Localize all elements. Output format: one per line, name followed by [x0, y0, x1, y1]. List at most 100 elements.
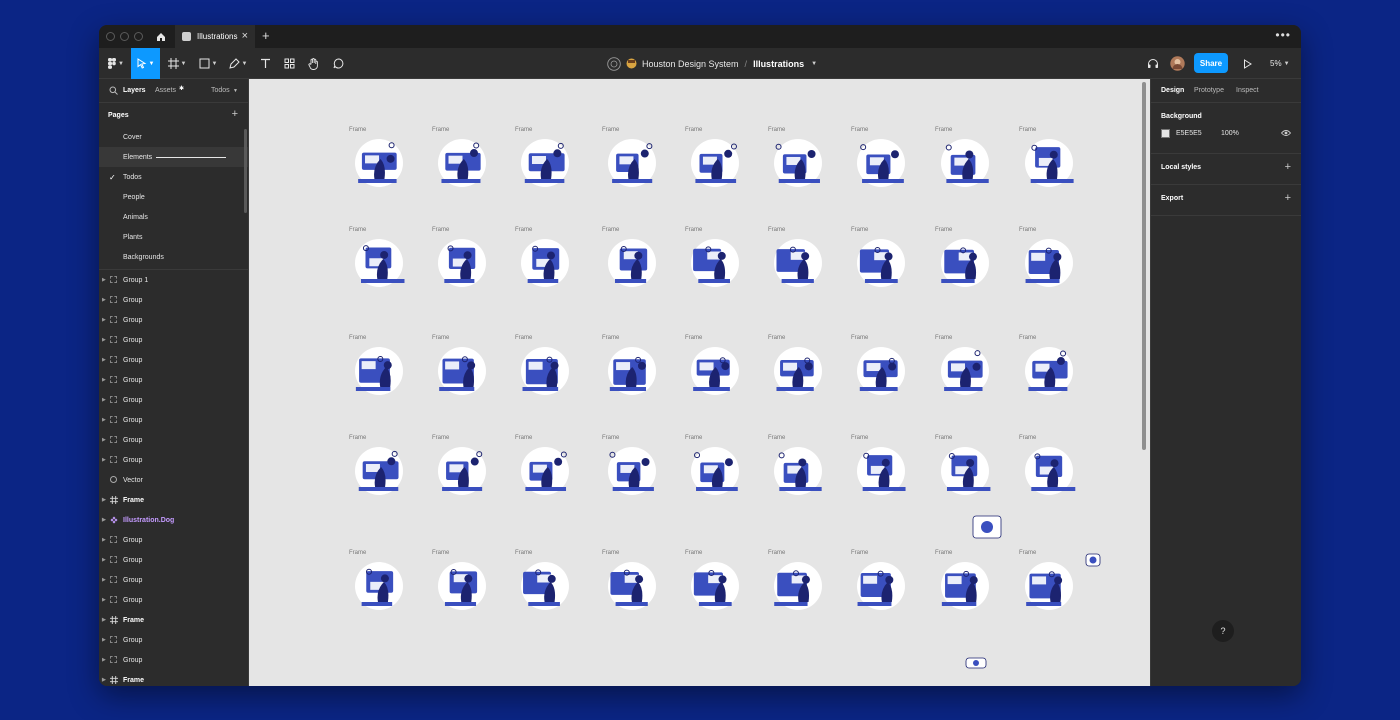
illustration-frame[interactable]: Frame: [515, 227, 577, 291]
loose-element[interactable]: [972, 515, 1002, 539]
close-window-button[interactable]: [106, 32, 115, 41]
layer-row[interactable]: ▶ Group: [99, 410, 248, 430]
layer-row[interactable]: ▶ Group: [99, 310, 248, 330]
illustration-frame[interactable]: Frame: [515, 127, 577, 191]
comment-tool-button[interactable]: [329, 48, 347, 79]
frame-label[interactable]: Frame: [768, 227, 785, 233]
layer-row[interactable]: ▶ Group: [99, 450, 248, 470]
frame-label[interactable]: Frame: [935, 227, 952, 233]
expand-arrow-icon[interactable]: ▶: [102, 397, 106, 403]
layer-row[interactable]: ▶ Group: [99, 350, 248, 370]
expand-arrow-icon[interactable]: ▶: [102, 277, 106, 283]
frame-label[interactable]: Frame: [432, 127, 449, 133]
text-tool-button[interactable]: [256, 48, 274, 79]
expand-arrow-icon[interactable]: ▶: [102, 517, 106, 523]
frame-label[interactable]: Frame: [515, 335, 532, 341]
page-item[interactable]: Animals: [99, 207, 248, 227]
layer-row[interactable]: ▶ Group 1: [99, 270, 248, 290]
frame-label[interactable]: Frame: [1019, 227, 1036, 233]
close-tab-icon[interactable]: ×: [242, 30, 248, 42]
expand-arrow-icon[interactable]: ▶: [102, 557, 106, 563]
home-button[interactable]: [151, 25, 171, 48]
maximize-window-button[interactable]: [134, 32, 143, 41]
frame-label[interactable]: Frame: [1019, 550, 1036, 556]
frame-label[interactable]: Frame: [432, 335, 449, 341]
illustration-frame[interactable]: Frame: [432, 127, 494, 191]
frame-label[interactable]: Frame: [349, 335, 366, 341]
frame-label[interactable]: Frame: [768, 127, 785, 133]
present-button[interactable]: [1239, 48, 1255, 79]
illustration-frame[interactable]: Frame: [515, 435, 577, 499]
layer-row[interactable]: ▶ Group: [99, 570, 248, 590]
frame-label[interactable]: Frame: [935, 335, 952, 341]
resources-tool-button[interactable]: [280, 48, 298, 79]
frame-label[interactable]: Frame: [349, 227, 366, 233]
main-menu-button[interactable]: ▼: [105, 48, 127, 79]
illustration-frame[interactable]: Frame: [851, 127, 913, 191]
illustration-frame[interactable]: Frame: [432, 435, 494, 499]
background-hex-input[interactable]: E5E5E5: [1176, 130, 1202, 137]
illustration-frame[interactable]: Frame: [1019, 227, 1081, 291]
illustration-frame[interactable]: Frame: [935, 227, 997, 291]
loose-element[interactable]: [965, 657, 987, 669]
expand-arrow-icon[interactable]: ▶: [102, 317, 106, 323]
frame-label[interactable]: Frame: [602, 127, 619, 133]
new-tab-button[interactable]: +: [262, 28, 270, 43]
frame-label[interactable]: Frame: [685, 127, 702, 133]
illustration-frame[interactable]: Frame: [851, 435, 913, 499]
illustration-frame[interactable]: Frame: [685, 550, 747, 614]
frame-label[interactable]: Frame: [432, 435, 449, 441]
frame-label[interactable]: Frame: [851, 435, 868, 441]
frame-label[interactable]: Frame: [851, 335, 868, 341]
eye-icon[interactable]: [1281, 129, 1291, 137]
add-style-icon[interactable]: +: [1285, 161, 1291, 173]
illustration-frame[interactable]: Frame: [685, 335, 747, 399]
frame-label[interactable]: Frame: [349, 127, 366, 133]
frame-label[interactable]: Frame: [602, 335, 619, 341]
frame-label[interactable]: Frame: [768, 435, 785, 441]
frame-label[interactable]: Frame: [515, 550, 532, 556]
page-item[interactable]: ✓ Todos: [99, 167, 248, 187]
layer-row[interactable]: ▶ Group: [99, 390, 248, 410]
frame-label[interactable]: Frame: [515, 127, 532, 133]
illustration-frame[interactable]: Frame: [1019, 435, 1081, 499]
illustration-frame[interactable]: Frame: [349, 550, 411, 614]
illustration-frame[interactable]: Frame: [851, 335, 913, 399]
illustration-frame[interactable]: Frame: [768, 227, 830, 291]
tab-design[interactable]: Design: [1161, 87, 1184, 94]
frame-label[interactable]: Frame: [685, 227, 702, 233]
page-select-chevron-icon[interactable]: ▼: [233, 88, 238, 94]
page-item[interactable]: People: [99, 187, 248, 207]
layer-row[interactable]: ▶ Frame: [99, 490, 248, 510]
background-color-swatch[interactable]: [1161, 129, 1170, 138]
expand-arrow-icon[interactable]: ▶: [102, 597, 106, 603]
layer-row[interactable]: ▶ Illustration.Dog: [99, 510, 248, 530]
expand-arrow-icon[interactable]: ▶: [102, 357, 106, 363]
frame-label[interactable]: Frame: [935, 435, 952, 441]
illustration-frame[interactable]: Frame: [685, 127, 747, 191]
illustration-frame[interactable]: Frame: [768, 335, 830, 399]
expand-arrow-icon[interactable]: ▶: [102, 337, 106, 343]
frame-label[interactable]: Frame: [851, 127, 868, 133]
expand-arrow-icon[interactable]: ▶: [102, 577, 106, 583]
expand-arrow-icon[interactable]: ▶: [102, 657, 106, 663]
expand-arrow-icon[interactable]: ▶: [102, 437, 106, 443]
page-item[interactable]: Elements: [99, 147, 248, 167]
expand-arrow-icon[interactable]: ▶: [102, 417, 106, 423]
illustration-frame[interactable]: Frame: [602, 127, 664, 191]
shape-tool-button[interactable]: ▼: [196, 48, 220, 79]
illustration-frame[interactable]: Frame: [602, 227, 664, 291]
illustration-frame[interactable]: Frame: [349, 335, 411, 399]
expand-arrow-icon[interactable]: ▶: [102, 377, 106, 383]
illustration-frame[interactable]: Frame: [432, 227, 494, 291]
page-item[interactable]: Plants: [99, 227, 248, 247]
frame-tool-button[interactable]: ▼: [165, 48, 189, 79]
team-name[interactable]: Houston Design System: [642, 59, 739, 69]
expand-arrow-icon[interactable]: ▶: [102, 637, 106, 643]
layer-row[interactable]: ▶ Frame: [99, 670, 248, 686]
frame-label[interactable]: Frame: [851, 227, 868, 233]
illustration-frame[interactable]: Frame: [935, 335, 997, 399]
frame-label[interactable]: Frame: [768, 550, 785, 556]
page-select-label[interactable]: Todos: [211, 87, 230, 94]
illustration-frame[interactable]: Frame: [1019, 335, 1081, 399]
